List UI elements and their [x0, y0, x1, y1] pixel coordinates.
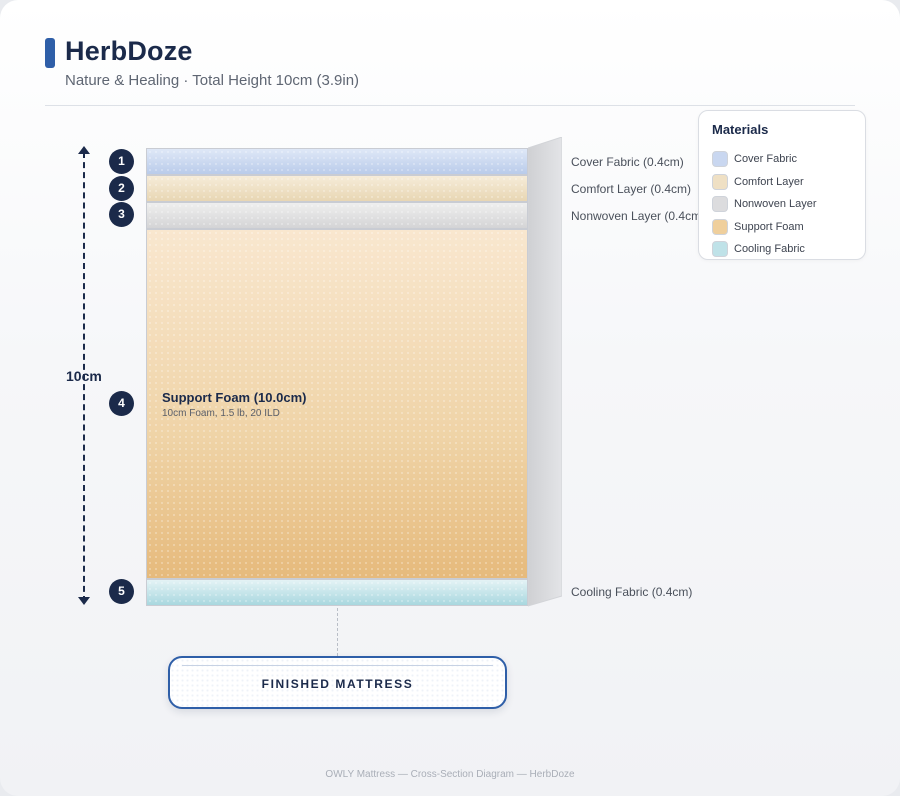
mattress-side-face	[528, 137, 562, 607]
support-foam-title: Support Foam (10.0cm)	[162, 390, 307, 405]
title-accent-bar	[45, 38, 55, 68]
legend-label: Cover Fabric	[734, 153, 797, 165]
support-foam-spec: 10cm Foam, 1.5 lb, 20 ILD	[162, 408, 280, 419]
legend-label: Comfort Layer	[734, 176, 804, 188]
finished-mattress-box: FINISHED MATTRESS	[168, 656, 507, 709]
layer-badge-1: 1	[109, 149, 134, 174]
page-title: HerbDoze	[65, 36, 193, 66]
arrow-down-icon	[78, 597, 90, 605]
label-comfort-layer: Comfort Layer (0.4cm)	[571, 182, 692, 196]
layer-badge-2: 2	[109, 176, 134, 201]
legend-swatch	[712, 241, 728, 257]
layer-badge-5: 5	[109, 579, 134, 604]
layer-cover-fabric	[146, 148, 528, 175]
label-cover-fabric: Cover Fabric (0.4cm)	[571, 155, 684, 169]
materials-legend: Materials Cover Fabric Comfort Layer Non…	[698, 110, 866, 260]
legend-swatch	[712, 174, 728, 190]
finished-connector-line	[337, 608, 338, 656]
page: HerbDoze Nature & Healing · Total Height…	[0, 0, 900, 796]
layer-cooling-fabric	[146, 579, 528, 606]
legend-swatch	[712, 196, 728, 212]
legend-label: Cooling Fabric	[734, 243, 805, 255]
arrow-up-icon	[78, 146, 90, 154]
layer-nonwoven-layer	[146, 202, 528, 229]
layer-badge-3: 3	[109, 202, 134, 227]
finished-box-inner-line	[182, 665, 493, 666]
footer-caption: OWLY Mattress — Cross-Section Diagram — …	[325, 769, 575, 780]
header-divider	[45, 105, 855, 106]
layer-comfort-layer	[146, 175, 528, 202]
legend-label: Support Foam	[734, 221, 804, 233]
finished-mattress-label: FINISHED MATTRESS	[261, 677, 414, 691]
label-nonwoven-layer: Nonwoven Layer (0.4cm)	[571, 209, 706, 223]
legend-swatch	[712, 219, 728, 235]
height-dimension-label: 10cm	[66, 368, 102, 384]
legend-swatch	[712, 151, 728, 167]
legend-title: Materials	[712, 122, 769, 137]
page-subtitle: Nature & Healing · Total Height 10cm (3.…	[65, 72, 360, 89]
legend-label: Nonwoven Layer	[734, 198, 817, 210]
layer-badge-4: 4	[109, 391, 134, 416]
label-cooling-fabric: Cooling Fabric (0.4cm)	[571, 585, 693, 599]
